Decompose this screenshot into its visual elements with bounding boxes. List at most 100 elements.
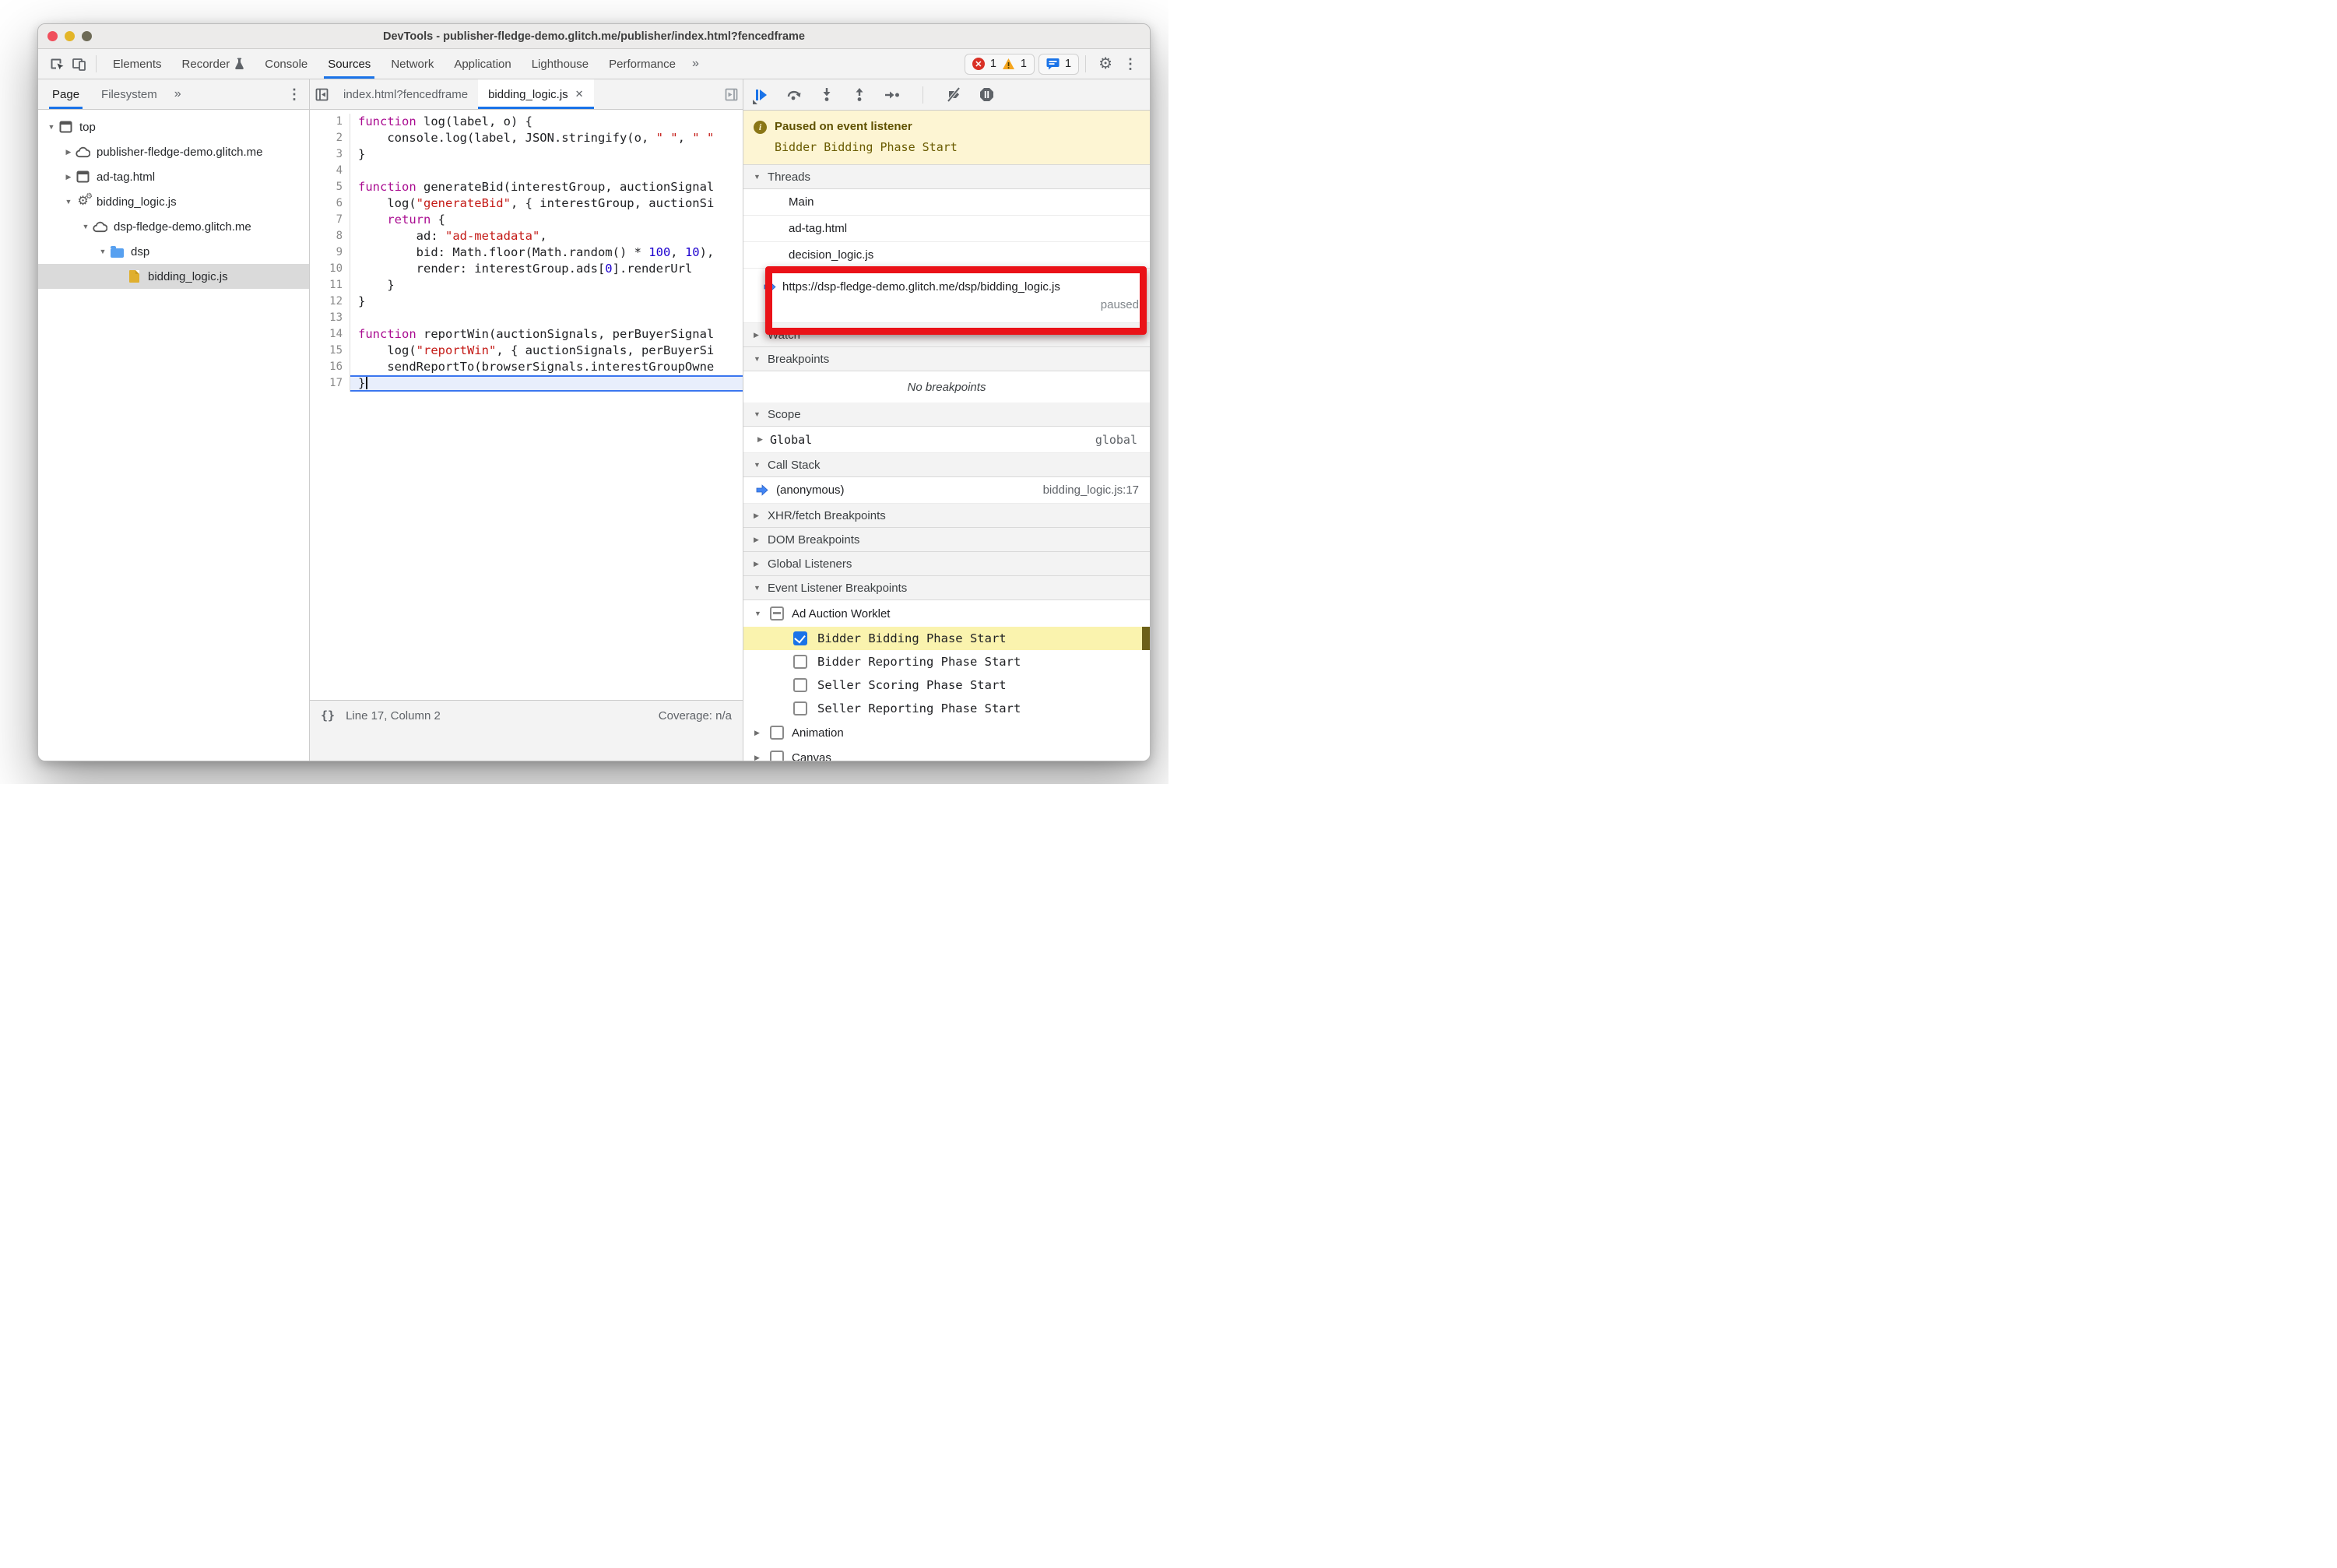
code-text: render: interestGroup.ads[0].renderUrl — [350, 261, 743, 277]
pause-on-exceptions-icon[interactable] — [978, 86, 995, 104]
deactivate-breakpoints-icon[interactable] — [945, 86, 962, 104]
section-watch[interactable]: ▶ Watch — [743, 323, 1150, 347]
checkbox-unchecked[interactable] — [793, 678, 807, 692]
tab-recorder[interactable]: Recorder — [172, 49, 255, 79]
tree-item[interactable]: ▼ ⚙ ⚙ bidding_logic.js — [38, 189, 309, 214]
code-line[interactable]: 3} — [310, 146, 743, 163]
callstack-frame[interactable]: (anonymous) bidding_logic.js:17 — [743, 477, 1150, 504]
resume-script-icon[interactable] — [753, 86, 770, 104]
zoom-window-button[interactable] — [82, 31, 92, 41]
checkbox-unchecked[interactable] — [770, 751, 784, 761]
tree-item[interactable]: ▼ dsp — [38, 239, 309, 264]
close-window-button[interactable] — [47, 31, 58, 41]
editor-tab-bidding-logic-js[interactable]: bidding_logic.js ✕ — [478, 79, 594, 109]
inspect-icon[interactable] — [46, 54, 68, 74]
code-line[interactable]: 8 ad: "ad-metadata", — [310, 228, 743, 244]
navigator-kebab-icon[interactable]: ⋮ — [283, 86, 306, 103]
console-issues-badge[interactable]: ✕ 1 1 — [964, 53, 1035, 75]
section-call-stack[interactable]: ▼ Call Stack — [743, 453, 1150, 477]
tab-sources[interactable]: Sources — [318, 49, 381, 79]
checkbox-unchecked[interactable] — [793, 701, 807, 715]
thread-row-paused[interactable]: https://dsp-fledge-demo.glitch.me/dsp/bi… — [743, 269, 1150, 323]
tab-filesystem[interactable]: Filesystem — [90, 79, 168, 109]
tree-item[interactable]: ▶ publisher-fledge-demo.glitch.me — [38, 139, 309, 164]
tab-console[interactable]: Console — [255, 49, 318, 79]
ad-auction-worklet-checkbox[interactable] — [770, 606, 784, 621]
frame-icon — [76, 170, 90, 185]
tree-item[interactable]: ▼ dsp-fledge-demo.glitch.me — [38, 214, 309, 239]
chevron-down-icon[interactable]: ▼ — [79, 223, 93, 230]
chevron-down-icon[interactable]: ▼ — [44, 123, 58, 131]
navigator-more-tabs-chevron[interactable]: » — [168, 87, 188, 101]
code-line[interactable]: 5 function generateBid(interestGroup, auc… — [310, 179, 743, 195]
code-line[interactable]: 14 function reportWin(auctionSignals, per… — [310, 326, 743, 343]
checkbox-unchecked[interactable] — [770, 726, 784, 740]
tab-application[interactable]: Application — [444, 49, 521, 79]
code-line[interactable]: 2 console.log(label, JSON.stringify(o, "… — [310, 130, 743, 146]
editor-tab-index-html-fencedframe[interactable]: index.html?fencedframe — [333, 79, 478, 109]
chevron-down-icon[interactable]: ▼ — [62, 198, 76, 206]
step-icon[interactable] — [884, 86, 901, 104]
elb-group-ad-auction-worklet[interactable]: ▼ Ad Auction Worklet — [743, 600, 1150, 627]
section-breakpoints[interactable]: ▼ Breakpoints — [743, 347, 1150, 371]
code-line[interactable]: 9 bid: Math.floor(Math.random() * 100, 1… — [310, 244, 743, 261]
code-area[interactable]: 1 function log(label, o) {2 console.log(l… — [310, 110, 743, 700]
device-toolbar-icon[interactable] — [68, 54, 90, 74]
code-line[interactable]: 6 log("generateBid", { interestGroup, au… — [310, 195, 743, 212]
code-line[interactable]: 15 log("reportWin", { auctionSignals, pe… — [310, 343, 743, 359]
pretty-print-icon[interactable]: {} — [321, 708, 335, 722]
line-number: 3 — [310, 146, 350, 163]
next-editor-icon[interactable] — [719, 79, 743, 109]
tab-network[interactable]: Network — [381, 49, 444, 79]
checkbox-unchecked[interactable] — [793, 655, 807, 669]
messages-badge[interactable]: 1 — [1038, 53, 1080, 75]
scope-row[interactable]: ▶ Global global — [743, 427, 1150, 453]
step-over-icon[interactable] — [785, 86, 803, 104]
thread-row[interactable]: ad-tag.html — [743, 216, 1150, 242]
section-global-listeners[interactable]: ▶ Global Listeners — [743, 552, 1150, 576]
more-tabs-chevron[interactable]: » — [686, 57, 705, 71]
code-line[interactable]: 17} — [310, 375, 743, 392]
more-options-kebab-icon[interactable]: ⋮ — [1119, 56, 1142, 72]
step-out-icon[interactable] — [851, 86, 868, 104]
elb-item[interactable]: Bidder Bidding Phase Start — [743, 627, 1150, 650]
tree-item[interactable]: ▶ ad-tag.html — [38, 164, 309, 189]
section-scope[interactable]: ▼ Scope — [743, 403, 1150, 427]
close-tab-icon[interactable]: ✕ — [575, 88, 584, 100]
section-dom-breakpoints[interactable]: ▶ DOM Breakpoints — [743, 528, 1150, 552]
code-line[interactable]: 11 } — [310, 277, 743, 294]
tab-elements[interactable]: Elements — [103, 49, 172, 79]
code-line[interactable]: 13 — [310, 310, 743, 326]
tab-page[interactable]: Page — [41, 79, 90, 109]
chevron-down-icon[interactable]: ▼ — [96, 248, 110, 255]
thread-row[interactable]: Main — [743, 189, 1150, 216]
hide-navigator-icon[interactable] — [310, 79, 333, 109]
settings-gear-icon[interactable]: ⚙ — [1092, 56, 1119, 72]
elb-item[interactable]: Seller Reporting Phase Start — [743, 697, 1150, 720]
code-line[interactable]: 7 return { — [310, 212, 743, 228]
elb-item[interactable]: Bidder Reporting Phase Start — [743, 650, 1150, 673]
elb-category-animation[interactable]: ▶ Animation — [743, 720, 1150, 745]
tab-lighthouse[interactable]: Lighthouse — [522, 49, 599, 79]
chevron-down-icon: ▼ — [754, 410, 761, 418]
code-line[interactable]: 12} — [310, 294, 743, 310]
tab-performance[interactable]: Performance — [599, 49, 686, 79]
section-threads[interactable]: ▼ Threads — [743, 165, 1150, 189]
elb-category-canvas[interactable]: ▶ Canvas — [743, 745, 1150, 761]
elb-item[interactable]: Seller Scoring Phase Start — [743, 673, 1150, 697]
tree-item[interactable]: bidding_logic.js — [38, 264, 309, 289]
minimize-window-button[interactable] — [65, 31, 75, 41]
chevron-right-icon[interactable]: ▶ — [62, 173, 76, 181]
section-event-listener-breakpoints[interactable]: ▼ Event Listener Breakpoints — [743, 576, 1150, 600]
section-xhr-breakpoints[interactable]: ▶ XHR/fetch Breakpoints — [743, 504, 1150, 528]
checkbox-checked[interactable] — [793, 631, 807, 645]
thread-row[interactable]: decision_logic.js — [743, 242, 1150, 269]
code-line[interactable]: 16 sendReportTo(browserSignals.interestG… — [310, 359, 743, 375]
step-into-icon[interactable] — [818, 86, 835, 104]
code-line[interactable]: 1 function log(label, o) { — [310, 114, 743, 130]
chevron-right-icon[interactable]: ▶ — [62, 148, 76, 156]
token: log( — [358, 343, 416, 357]
code-line[interactable]: 4 — [310, 163, 743, 179]
code-line[interactable]: 10 render: interestGroup.ads[0].renderUr… — [310, 261, 743, 277]
tree-item[interactable]: ▼ top — [38, 114, 309, 139]
